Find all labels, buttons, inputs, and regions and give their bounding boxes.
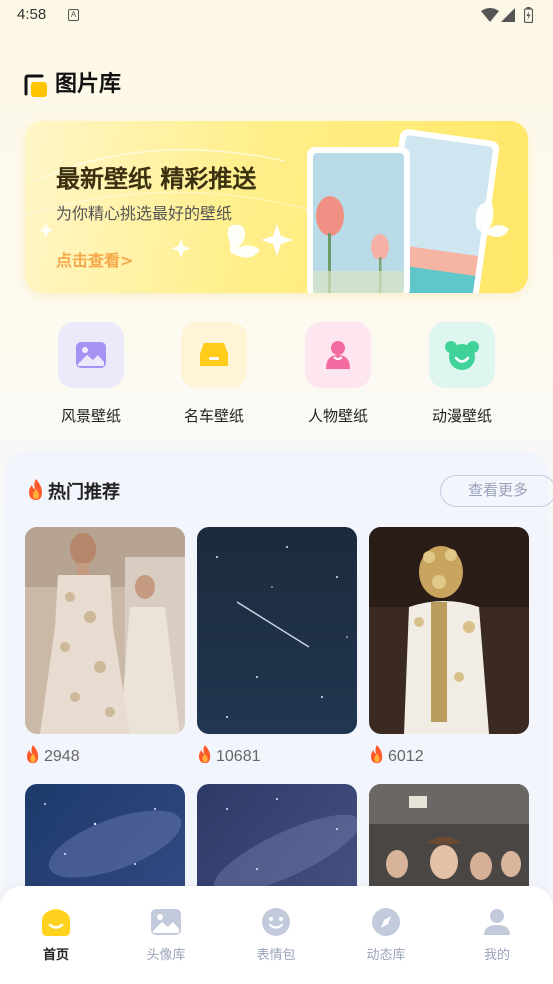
category-person-box: [305, 322, 371, 388]
tab-label: 首页: [42, 948, 69, 963]
category-landscape[interactable]: 风景壁纸: [41, 322, 141, 426]
category-label: 风景壁纸: [60, 407, 121, 425]
tab-label: 我的: [483, 948, 510, 963]
user-icon: [484, 909, 510, 935]
signal-icon: [501, 8, 515, 22]
category-label: 动漫壁纸: [431, 407, 492, 425]
home-icon: [42, 909, 70, 936]
fire-icon: [26, 745, 39, 764]
category-car[interactable]: 名车壁纸: [164, 322, 264, 426]
category-anime[interactable]: 动漫壁纸: [412, 322, 512, 426]
bottom-tab-bar: 首页 头像库 表情包 动态库 我的: [0, 886, 553, 984]
fire-icon: [29, 479, 42, 500]
wifi-icon: [481, 8, 499, 22]
wallpaper-card[interactable]: [25, 527, 185, 734]
tab-label: 头像库: [146, 948, 186, 963]
wallpaper-card[interactable]: [369, 527, 529, 734]
status-bar: 4:58 A: [0, 0, 553, 30]
tab-mine[interactable]: 我的: [457, 906, 537, 963]
hot-count-value: 6012: [388, 748, 424, 765]
category-anime-box: [429, 322, 495, 388]
category-landscape-box: [58, 322, 124, 388]
hot-count: 2948: [25, 745, 80, 766]
banner-headline: 最新壁纸 精彩推送: [56, 165, 257, 193]
section-title: 热门推荐: [27, 478, 120, 504]
tab-avatar-library[interactable]: 头像库: [126, 906, 206, 963]
section-title-text: 热门推荐: [48, 482, 120, 503]
promo-banner[interactable]: 最新壁纸 精彩推送 为你精心挑选最好的壁纸 点击查看>: [25, 121, 528, 293]
tab-label: 动态库: [366, 948, 406, 963]
person-icon: [326, 341, 350, 369]
category-person[interactable]: 人物壁纸: [288, 322, 388, 426]
hot-count: 10681: [197, 745, 261, 766]
view-more-button[interactable]: 查看更多: [440, 475, 553, 507]
category-row: 风景壁纸 名车壁纸 人物壁纸 动漫壁纸: [0, 322, 553, 432]
compass-icon: [372, 908, 400, 936]
tab-dynamic-library[interactable]: 动态库: [346, 906, 426, 963]
wallpaper-thumbnail: [197, 527, 357, 734]
hot-count: 6012: [369, 745, 424, 766]
tab-label: 表情包: [256, 948, 296, 963]
landscape-icon: [76, 342, 106, 368]
status-time: 4:58: [17, 6, 47, 23]
fire-icon: [370, 745, 383, 764]
battery-icon: [524, 7, 533, 23]
image-icon: [151, 909, 181, 935]
car-icon: [200, 343, 228, 366]
hot-count-value: 2948: [44, 748, 80, 765]
wallpaper-card[interactable]: [197, 527, 357, 734]
banner-subtitle: 为你精心挑选最好的壁纸: [56, 204, 233, 223]
tab-home[interactable]: 首页: [16, 906, 96, 963]
banner-view-link[interactable]: 点击查看>: [56, 247, 133, 271]
wallpaper-thumbnail: [369, 527, 529, 734]
category-label: 人物壁纸: [307, 407, 368, 425]
app-logo-icon: [24, 74, 47, 97]
smile-icon: [262, 908, 290, 936]
fire-icon: [198, 745, 211, 764]
bear-icon: [445, 341, 479, 370]
hot-count-value: 10681: [216, 748, 261, 765]
notification-a-icon: A: [68, 9, 79, 21]
page-title: 图片库: [55, 72, 122, 97]
tab-stickers[interactable]: 表情包: [236, 906, 316, 963]
category-car-box: [181, 322, 247, 388]
wallpaper-thumbnail: [25, 527, 185, 734]
category-label: 名车壁纸: [183, 407, 244, 425]
